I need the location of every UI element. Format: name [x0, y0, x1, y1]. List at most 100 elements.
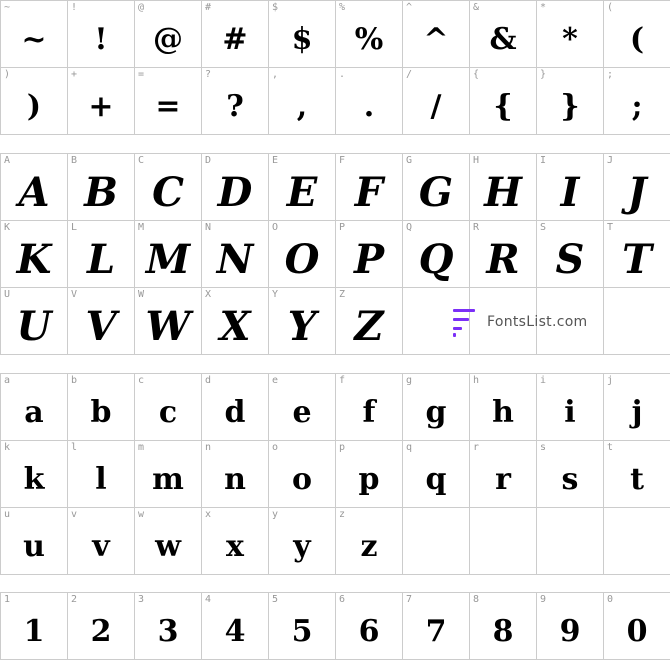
character-glyph-sample: ^: [423, 21, 449, 57]
uppercase-cell: RR: [470, 221, 537, 288]
character-glyph-sample: /: [430, 88, 442, 124]
symbol-cell: ..: [336, 68, 403, 135]
character-glyph-sample: U: [16, 302, 52, 350]
character-glyph-sample: s: [561, 461, 579, 497]
character-glyph-sample: P: [353, 235, 385, 283]
empty-cell: [604, 508, 670, 575]
symbol-cell: $ $: [269, 1, 336, 68]
symbol-cell: }}: [537, 68, 604, 135]
uppercase-cell: TT: [604, 221, 670, 288]
lowercase-cell: zz: [336, 508, 403, 575]
uppercase-cell: PP: [336, 221, 403, 288]
lowercase-cell: tt: [604, 441, 670, 508]
fontslist-logo-icon: [453, 307, 475, 337]
lowercase-cell: jj: [604, 374, 670, 441]
lowercase-cell: bb: [68, 374, 135, 441]
uppercase-cell: UU: [1, 288, 68, 355]
uppercase-cell: XX: [202, 288, 269, 355]
lowercase-section: aabbccddeeffgghhiijj kkllmmnnooppqqrrsstt…: [0, 373, 670, 575]
character-glyph-sample: N: [216, 235, 254, 283]
symbol-cell: ,,: [269, 68, 336, 135]
symbol-cell: {{: [470, 68, 537, 135]
character-glyph-sample: w: [155, 528, 181, 564]
uppercase-cell: EE: [269, 154, 336, 221]
character-glyph-sample: a: [24, 394, 44, 430]
symbol-cell: ~ ~: [1, 1, 68, 68]
empty-cell: [470, 508, 537, 575]
character-glyph-sample: o: [291, 461, 312, 497]
uppercase-cell: ZZ: [336, 288, 403, 355]
symbol-cell: # #: [202, 1, 269, 68]
character-glyph-sample: !: [94, 21, 108, 57]
symbol-cell: + +: [68, 68, 135, 135]
character-glyph-sample: v: [92, 528, 110, 564]
uppercase-cell: NN: [202, 221, 269, 288]
character-glyph-sample: S: [555, 235, 585, 283]
character-glyph-sample: k: [23, 461, 45, 497]
lowercase-cell: pp: [336, 441, 403, 508]
lowercase-cell: yy: [269, 508, 336, 575]
uppercase-cell: II: [537, 154, 604, 221]
number-cell: 88: [470, 593, 537, 660]
fontslist-logo[interactable]: FontsList.com: [453, 307, 588, 337]
character-glyph-sample: r: [495, 461, 511, 497]
character-glyph-sample: .: [363, 88, 375, 124]
lowercase-cell: hh: [470, 374, 537, 441]
character-glyph-sample: 2: [90, 613, 112, 649]
symbol-cell: !!: [68, 1, 135, 68]
character-glyph-sample: l: [95, 461, 107, 497]
character-glyph-sample: R: [486, 235, 520, 283]
numbers-section: 11223344556677889900: [0, 592, 670, 660]
character-glyph-sample: F: [354, 168, 384, 216]
lowercase-cell: mm: [135, 441, 202, 508]
lowercase-cell: ff: [336, 374, 403, 441]
number-cell: 77: [403, 593, 470, 660]
lowercase-cell: ii: [537, 374, 604, 441]
lowercase-cell: nn: [202, 441, 269, 508]
lowercase-cell: ss: [537, 441, 604, 508]
uppercase-cell: OO: [269, 221, 336, 288]
uppercase-cell: MM: [135, 221, 202, 288]
empty-cell: [403, 508, 470, 575]
character-glyph-sample: 3: [157, 613, 179, 649]
character-glyph-sample: b: [90, 394, 112, 430]
character-glyph-sample: D: [217, 168, 253, 216]
character-glyph-sample: z: [360, 528, 378, 564]
lowercase-cell: ww: [135, 508, 202, 575]
uppercase-cell: VV: [68, 288, 135, 355]
character-glyph-sample: y: [293, 528, 311, 564]
character-glyph-sample: O: [284, 235, 320, 283]
character-glyph-sample: ;: [631, 88, 643, 124]
character-glyph-sample: 5: [291, 613, 313, 649]
lowercase-cell: qq: [403, 441, 470, 508]
lowercase-cell: aa: [1, 374, 68, 441]
symbol-cell: %%: [336, 1, 403, 68]
character-glyph-sample: &: [489, 21, 517, 57]
lowercase-cell: ee: [269, 374, 336, 441]
uppercase-cell: GG: [403, 154, 470, 221]
character-glyph-sample: G: [418, 168, 454, 216]
symbol-cell: = =: [135, 68, 202, 135]
character-glyph-sample: n: [224, 461, 246, 497]
character-glyph-sample: 1: [23, 613, 45, 649]
uppercase-cell: SS: [537, 221, 604, 288]
character-glyph-sample: e: [292, 394, 312, 430]
symbol-cell: )): [1, 68, 68, 135]
lowercase-cell: kk: [1, 441, 68, 508]
symbol-cell: & &: [470, 1, 537, 68]
character-glyph-sample: c: [158, 394, 178, 430]
character-glyph-sample: ,: [296, 88, 308, 124]
character-glyph-sample: X: [219, 302, 251, 350]
number-cell: 66: [336, 593, 403, 660]
character-glyph-sample: Z: [354, 302, 384, 350]
character-glyph-sample: ): [26, 88, 42, 124]
lowercase-grid: aabbccddeeffgghhiijj kkllmmnnooppqqrrsstt…: [0, 373, 670, 575]
character-glyph-sample: u: [23, 528, 45, 564]
character-glyph-sample: }: [560, 88, 580, 124]
character-glyph-sample: f: [362, 394, 376, 430]
character-glyph-sample: 7: [425, 613, 447, 649]
symbol-cell: ;;: [604, 68, 670, 135]
numbers-grid: 11223344556677889900: [0, 592, 670, 660]
uppercase-cell: JJ: [604, 154, 670, 221]
character-glyph-sample: V: [85, 302, 117, 350]
